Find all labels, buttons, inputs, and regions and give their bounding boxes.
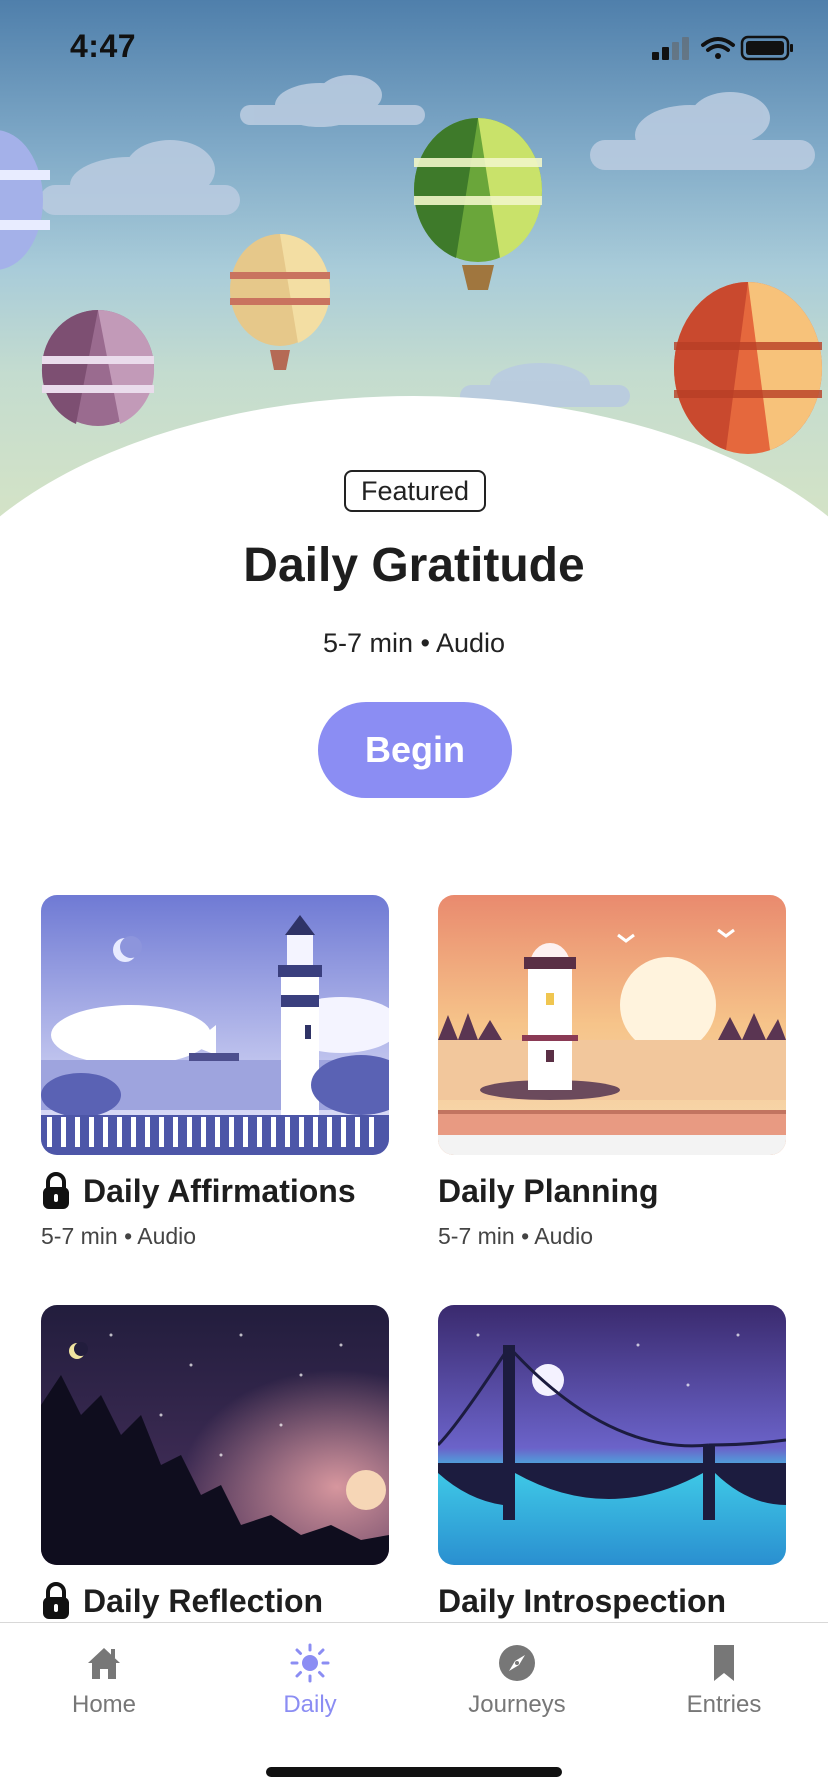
tab-label: Journeys <box>468 1691 566 1718</box>
begin-button[interactable]: Begin <box>318 702 512 798</box>
card-thumbnail[interactable] <box>41 895 389 1155</box>
status-time: 4:47 <box>70 28 137 64</box>
tab-label: Home <box>71 1691 137 1718</box>
signal-icon <box>652 37 689 60</box>
card-thumbnail[interactable] <box>41 1305 389 1565</box>
sun-icon <box>290 1643 330 1683</box>
tab-entries[interactable]: Entries <box>654 1643 794 1719</box>
battery-icon <box>740 35 793 61</box>
card-daily-affirmations[interactable]: Daily Affirmations 5-7 min • Audio <box>41 895 389 1250</box>
home-icon <box>88 1648 120 1679</box>
tab-label: Daily <box>283 1691 337 1718</box>
card-title: Daily Affirmations <box>83 1172 356 1209</box>
card-thumbnail[interactable] <box>438 895 786 1155</box>
tab-label: Entries <box>686 1691 762 1718</box>
tab-journeys[interactable]: Journeys <box>447 1643 587 1719</box>
status-icons <box>634 34 794 64</box>
card-thumbnail[interactable] <box>438 1305 786 1565</box>
card-title: Daily Planning <box>438 1172 659 1209</box>
lock-icon <box>43 1582 69 1619</box>
card-daily-planning[interactable]: Daily Planning 5-7 min • Audio <box>438 895 786 1250</box>
compass-icon <box>499 1645 535 1681</box>
featured-badge: Featured <box>344 470 486 512</box>
home-indicator <box>266 1767 562 1777</box>
card-meta: 5-7 min • Audio <box>41 1223 197 1249</box>
tab-home[interactable]: Home <box>34 1643 174 1719</box>
bookmark-icon <box>714 1645 734 1681</box>
card-title: Daily Reflection <box>83 1582 324 1619</box>
card-meta: 5-7 min • Audio <box>438 1223 594 1249</box>
featured-meta: 5-7 min • Audio <box>322 628 506 658</box>
tab-daily[interactable]: Daily <box>240 1643 380 1719</box>
hero-illustration <box>0 0 828 520</box>
card-daily-reflection[interactable]: Daily Reflection <box>41 1305 389 1621</box>
featured-title: Daily Gratitude <box>243 539 585 592</box>
lock-icon <box>43 1172 69 1209</box>
wifi-icon <box>701 37 735 59</box>
card-title: Daily Introspection <box>438 1582 727 1619</box>
card-daily-introspection[interactable]: Daily Introspection <box>438 1305 786 1621</box>
